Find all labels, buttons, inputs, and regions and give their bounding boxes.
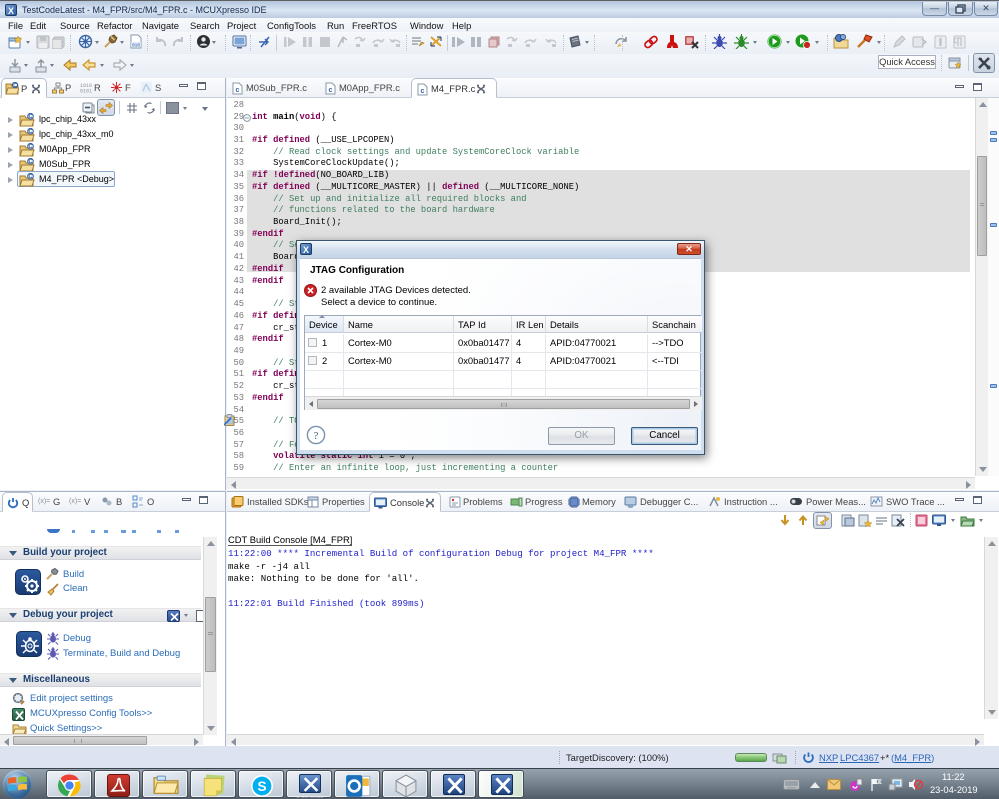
svg-text:C: C (29, 129, 33, 135)
svg-text:c: c (421, 88, 425, 95)
svg-text:0101: 0101 (80, 89, 92, 94)
svg-text:C: C (29, 174, 33, 180)
svg-text:C: C (13, 83, 17, 89)
svg-text:C: C (29, 144, 33, 150)
svg-text:S: S (257, 779, 266, 794)
svg-text:C: C (29, 159, 33, 165)
svg-text:c: c (236, 87, 240, 94)
svg-text:010: 010 (132, 43, 140, 49)
svg-text:C: C (29, 114, 33, 120)
svg-text:?: ? (314, 430, 319, 442)
svg-text:c: c (329, 87, 333, 94)
